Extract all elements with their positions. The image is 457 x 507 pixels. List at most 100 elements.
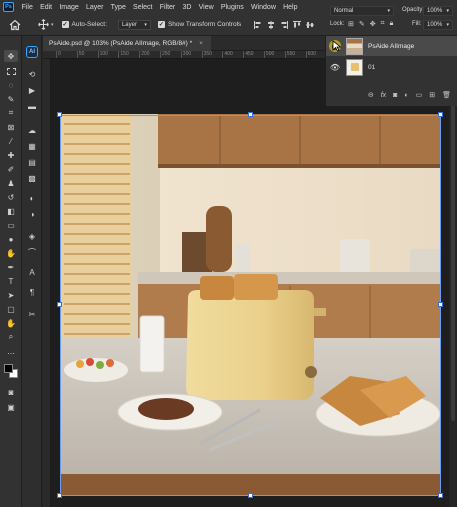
vertical-scrollbar[interactable]	[449, 59, 457, 507]
channels-icon[interactable]: ◈	[25, 230, 39, 242]
align-middle-icon[interactable]	[306, 21, 315, 29]
layer-visibility-eye-icon[interactable]: 👁︎	[329, 61, 341, 73]
foreground-color-swatch[interactable]	[4, 364, 13, 373]
transform-handle-middle-right[interactable]	[438, 302, 443, 307]
lock-label: Lock:	[330, 21, 345, 27]
blend-mode-dropdown[interactable]: Normal ▾	[330, 6, 394, 16]
clone-stamp-icon[interactable]: ♟	[4, 177, 18, 189]
layer-name[interactable]: PsAide AIImage	[368, 43, 414, 50]
libraries-icon[interactable]: ☁	[25, 124, 39, 136]
type-tool-icon[interactable]: T	[4, 275, 18, 287]
menu-edit[interactable]: Edit	[36, 4, 55, 11]
group-folder-icon[interactable]: ▭	[416, 91, 423, 99]
crop-tool-icon[interactable]: ⌗	[4, 107, 18, 119]
chevron-down-icon[interactable]: ▾	[51, 22, 54, 28]
menu-window[interactable]: Window	[247, 4, 279, 11]
lock-all-icon[interactable]: 🔒︎	[390, 20, 394, 28]
play-actions-icon[interactable]: ▶	[25, 84, 39, 96]
patterns-icon[interactable]: ▩	[25, 172, 39, 184]
eraser-tool-icon[interactable]: ◧	[4, 205, 18, 217]
eyedropper-tool-icon[interactable]: ⁄	[4, 135, 18, 147]
quick-select-tool-icon[interactable]: ✎	[4, 93, 18, 105]
ruler-tick-mark	[139, 51, 141, 58]
blur-tool-icon[interactable]: ●	[4, 233, 18, 245]
transform-handle-bottom-right[interactable]	[438, 493, 443, 498]
align-right-icon[interactable]	[280, 20, 289, 29]
align-center-icon[interactable]	[267, 20, 275, 29]
transform-handle-bottom-center[interactable]	[248, 493, 253, 498]
auto-select-checkbox[interactable]: ✓	[61, 21, 69, 28]
menu-help[interactable]: Help	[279, 4, 301, 11]
menu-file[interactable]: File	[18, 4, 36, 11]
notes-icon[interactable]: ✂	[25, 308, 39, 320]
lock-position-icon[interactable]: ✥	[370, 20, 376, 28]
layer-row[interactable]: ◉ PsAide AIImage	[326, 36, 457, 56]
delete-layer-icon[interactable]: 🗑︎	[442, 91, 451, 99]
add-mask-icon[interactable]: ◙	[393, 92, 397, 99]
move-tool-icon[interactable]	[38, 19, 49, 30]
transform-handle-bottom-left[interactable]	[57, 493, 62, 498]
gradients-icon[interactable]: ▤	[25, 156, 39, 168]
ai-assistant-button[interactable]: AI	[26, 46, 38, 58]
opacity-field[interactable]: 100% ▾	[423, 6, 453, 16]
menu-select[interactable]: Select	[129, 4, 156, 11]
color-swatches[interactable]	[3, 362, 19, 380]
layer-style-fx-icon[interactable]: fx	[381, 92, 386, 99]
menu-view[interactable]: View	[195, 4, 217, 11]
link-layers-icon[interactable]: ⊖	[368, 91, 374, 99]
fill-field[interactable]: 100% ▾	[423, 20, 453, 30]
layer-name[interactable]: 01	[368, 64, 375, 71]
transform-handle-top-left[interactable]	[57, 112, 62, 117]
move-tool-icon[interactable]: ✥	[4, 50, 18, 62]
home-icon[interactable]	[9, 19, 21, 31]
transform-handle-middle-left[interactable]	[57, 302, 62, 307]
menu-plugins[interactable]: Plugins	[217, 4, 247, 11]
history-icon[interactable]: ⟲	[25, 68, 39, 80]
lock-artboard-icon[interactable]: ⌗	[381, 20, 385, 28]
auto-select-target-dropdown[interactable]: Layer ▾	[117, 19, 151, 30]
character-icon[interactable]: A	[25, 266, 39, 278]
comments-icon[interactable]: ▬	[25, 100, 39, 112]
paths-icon[interactable]: ⌒	[25, 246, 39, 258]
rectangle-tool-icon[interactable]: ▢	[4, 303, 18, 315]
healing-brush-icon[interactable]: ✚	[4, 149, 18, 161]
document-tab[interactable]: PsAide.psd @ 103% (PsAide AIImage, RGB/8…	[43, 36, 211, 51]
glyphs-icon[interactable]: ¶	[25, 286, 39, 298]
menu-type[interactable]: Type	[107, 4, 129, 11]
align-top-icon[interactable]	[293, 20, 302, 29]
menu-layer[interactable]: Layer	[82, 4, 107, 11]
transform-handle-top-right[interactable]	[438, 112, 443, 117]
lock-transparency-icon[interactable]: ⊞	[348, 20, 354, 28]
align-left-icon[interactable]	[254, 20, 262, 29]
more-tools-icon[interactable]: ⋯	[4, 347, 18, 359]
close-tab-icon[interactable]: ×	[199, 40, 203, 47]
transform-handle-top-center[interactable]	[248, 112, 253, 117]
adjustment-layer-icon[interactable]: ◐	[404, 92, 408, 99]
dodge-tool-icon[interactable]: ✋	[4, 247, 18, 259]
path-select-icon[interactable]: ➤	[4, 289, 18, 301]
menu-filter[interactable]: Filter	[156, 4, 179, 11]
adjustments-icon[interactable]: ◐	[25, 192, 39, 204]
pen-tool-icon[interactable]: ✒	[4, 261, 18, 273]
marquee-tool-icon[interactable]	[4, 65, 18, 77]
ruler-tick-label: 50	[78, 51, 85, 57]
layer-row[interactable]: 👁︎ 01	[326, 57, 457, 77]
menu-image[interactable]: Image	[56, 4, 83, 11]
vertical-scrollbar-thumb[interactable]	[451, 61, 455, 421]
zoom-tool-icon[interactable]: ⌕	[4, 331, 18, 343]
properties-icon[interactable]: ◑	[25, 208, 39, 220]
quick-mask-icon[interactable]: ◙	[4, 386, 18, 398]
lasso-tool-icon[interactable]: ◌	[4, 79, 18, 91]
brush-tool-icon[interactable]: ✐	[4, 163, 18, 175]
transform-controls-checkbox[interactable]: ✓	[157, 21, 165, 28]
new-layer-icon[interactable]: ⊞	[429, 91, 435, 99]
frame-tool-icon[interactable]: ⊠	[4, 121, 18, 133]
menu-3d[interactable]: 3D	[179, 4, 195, 11]
history-brush-icon[interactable]: ↺	[4, 191, 18, 203]
hand-tool-icon[interactable]: ✋	[4, 317, 18, 329]
transform-bounding-box[interactable]	[60, 115, 441, 496]
screen-mode-icon[interactable]: ▣	[4, 401, 18, 413]
lock-pixels-icon[interactable]: ✎	[359, 20, 365, 28]
swatches-icon[interactable]: ▦	[25, 140, 39, 152]
gradient-tool-icon[interactable]: ▭	[4, 219, 18, 231]
